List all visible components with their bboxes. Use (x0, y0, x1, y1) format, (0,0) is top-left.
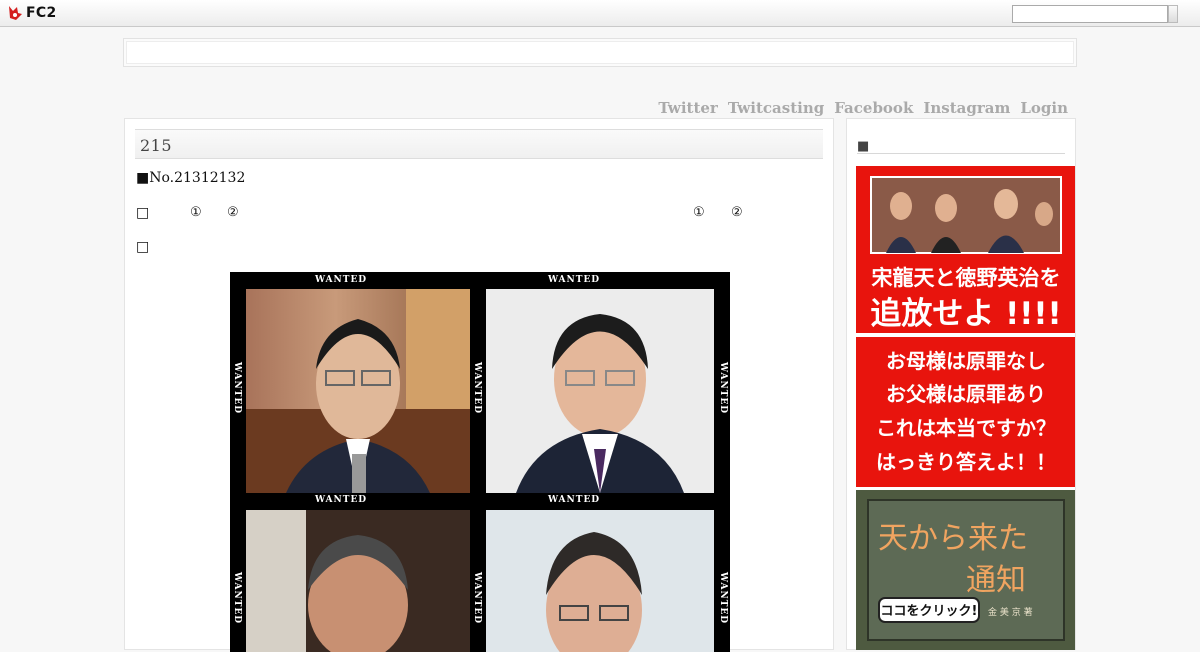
wanted-label-vertical: WANTED (718, 572, 728, 625)
fc2-top-bar: FC2 (0, 0, 1200, 27)
top-nav: Twitter Twitcasting Facebook Instagram L… (658, 99, 1068, 117)
wanted-label-vertical: WANTED (472, 362, 482, 415)
sidebar-title-text: ■ (857, 139, 870, 154)
wanted-label: WANTED (315, 275, 368, 285)
wanted-label-vertical: WANTED (232, 362, 242, 415)
banner-2-line: はっきり答えよ！！ (876, 450, 1056, 474)
circled-two-mark: ② (731, 205, 743, 220)
banner-1-graphic: 宋龍天と徳野英治を 追放せよ !!!! (870, 176, 1062, 332)
nav-link-twitcasting[interactable]: Twitcasting (728, 99, 824, 117)
wanted-poster-image: WANTED WANTED WANTED WANTED WANTED WANTE… (230, 272, 730, 652)
wanted-label-vertical: WANTED (472, 572, 482, 625)
portrait-figure (246, 289, 470, 493)
portrait-photo (246, 510, 470, 652)
header-banner (123, 38, 1077, 67)
sidebar-title: ■ (857, 135, 1065, 154)
circled-two-mark: ② (227, 205, 239, 220)
portrait-photo (486, 289, 714, 493)
banner-2-graphic: お母様は原罪なし お父様は原罪あり これは本当ですか？ はっきり答えよ！！ (876, 349, 1056, 474)
portrait-photo (486, 510, 714, 652)
wanted-label-vertical: WANTED (232, 572, 242, 625)
banner-2-line: お父様は原罪あり (886, 382, 1046, 406)
empty-square-mark: □ (136, 205, 150, 221)
banner-3-graphic: 天から来た 通知 ココをクリック! 金 美 京 著 (867, 499, 1065, 641)
header-banner-inner (126, 41, 1074, 64)
banner-2-line: これは本当ですか？ (876, 416, 1056, 440)
post-title[interactable]: 215 (140, 136, 172, 155)
circled-one-mark: ① (693, 205, 705, 220)
circled-one-mark: ① (190, 205, 202, 220)
sidebar-banner-2[interactable]: お母様は原罪なし お父様は原罪あり これは本当ですか？ はっきり答えよ！！ (856, 337, 1075, 487)
nav-link-facebook[interactable]: Facebook (834, 99, 913, 117)
wanted-label: WANTED (548, 495, 601, 505)
banner-3-title-line2: 通知 (966, 563, 1026, 598)
search-button[interactable] (1168, 5, 1178, 23)
sidebar: ■ 宋龍天と徳野英治を 追放せよ !!!! お母様は原罪なし お父様は原罪あり … (846, 118, 1076, 650)
sidebar-banner-3[interactable]: 天から来た 通知 ココをクリック! 金 美 京 著 (856, 490, 1075, 650)
banner-3-click-button: ココをクリック! (881, 604, 978, 619)
wanted-label: WANTED (315, 495, 368, 505)
banner-3-title-line1: 天から来た (878, 521, 1028, 556)
post-number-line: ■No.21312132 (136, 170, 246, 186)
wanted-label-vertical: WANTED (718, 362, 728, 415)
main-content: 215 ■No.21312132 □ ① ② ① ② □ WANTED WANT… (124, 118, 834, 652)
nav-link-instagram[interactable]: Instagram (923, 99, 1010, 117)
portrait-photo (246, 289, 470, 493)
post-title-bar: 215 (135, 129, 823, 159)
fc2-logo-text: FC2 (26, 5, 57, 21)
banner-3-author: 金 美 京 著 (988, 606, 1033, 618)
nav-link-login[interactable]: Login (1020, 99, 1068, 117)
search-input[interactable] (1012, 5, 1168, 23)
empty-square-line: □ (136, 239, 150, 255)
banner-2-line: お母様は原罪なし (886, 349, 1046, 373)
banner-1-line2: 追放せよ !!!! (870, 296, 1061, 332)
nav-link-twitter[interactable]: Twitter (658, 99, 717, 117)
fc2-fox-icon (9, 6, 22, 20)
sidebar-banner-1[interactable]: 宋龍天と徳野英治を 追放せよ !!!! (856, 166, 1075, 333)
portrait-figure (246, 510, 408, 652)
post-marks-line: □ ① ② ① ② (136, 205, 776, 223)
portrait-figure (516, 314, 684, 493)
banner-1-line1: 宋龍天と徳野英治を (872, 266, 1061, 290)
wanted-label: WANTED (548, 275, 601, 285)
portrait-figure (546, 532, 642, 652)
fc2-logo[interactable]: FC2 (7, 4, 56, 22)
